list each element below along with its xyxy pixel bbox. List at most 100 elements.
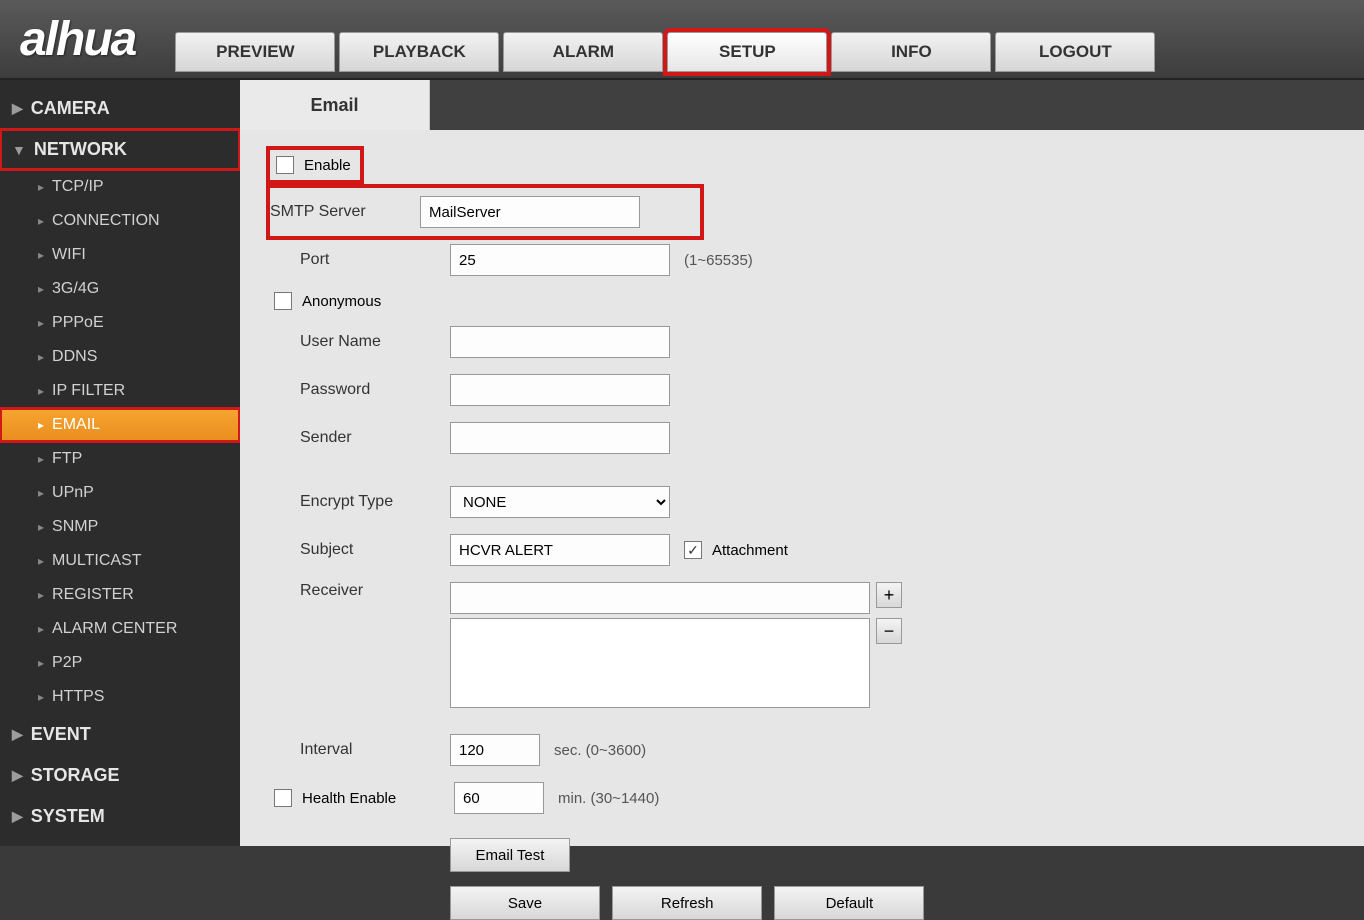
chevron-right-icon: ▸	[38, 180, 44, 194]
sidebar-sub-label: REGISTER	[52, 586, 134, 604]
encrypt-label: Encrypt Type	[300, 493, 450, 511]
health-checkbox[interactable]	[274, 789, 292, 807]
chevron-right-icon: ▶	[12, 808, 23, 825]
sidebar-item-multicast[interactable]: ▸ MULTICAST	[0, 544, 240, 578]
receiver-list[interactable]	[450, 618, 870, 708]
tab-preview[interactable]: PREVIEW	[175, 32, 335, 72]
refresh-button[interactable]: Refresh	[612, 886, 762, 920]
sidebar-item-system[interactable]: ▶ SYSTEM	[0, 796, 240, 837]
sidebar-item-connection[interactable]: ▸ CONNECTION	[0, 204, 240, 238]
sender-label: Sender	[300, 429, 450, 447]
chevron-right-icon: ▸	[38, 520, 44, 534]
sidebar-item-storage[interactable]: ▶STORAGE	[0, 755, 240, 796]
sidebar-label: CAMERA	[31, 98, 110, 119]
chevron-right-icon: ▸	[38, 316, 44, 330]
sidebar-sub-label: WIFI	[52, 246, 86, 264]
sidebar: ▶CAMERA ▼NETWORK ▸TCP/IP ▸CONNECTION ▸WI…	[0, 80, 240, 846]
sidebar-item-ddns[interactable]: ▸DDNS	[0, 340, 240, 374]
username-label: User Name	[300, 333, 450, 351]
chevron-right-icon: ▸	[38, 384, 44, 398]
smtp-input[interactable]	[420, 196, 640, 228]
chevron-down-icon: ▼	[12, 142, 26, 158]
main-panel: Email Enable SMTP Server Port (1~65535) …	[240, 80, 1364, 846]
brand-logo: alhua	[10, 12, 135, 67]
sidebar-sub-label: TCP/IP	[52, 178, 104, 196]
sidebar-label: EVENT	[31, 724, 91, 745]
sidebar-sub-label: P2P	[52, 654, 82, 672]
sidebar-sub-label: CONNECTION	[52, 212, 160, 230]
sidebar-item-upnp[interactable]: ▸ UPnP	[0, 476, 240, 510]
chevron-right-icon: ▸	[38, 486, 44, 500]
tab-logout[interactable]: LOGOUT	[995, 32, 1155, 72]
enable-checkbox[interactable]	[276, 156, 294, 174]
tab-alarm[interactable]: ALARM	[503, 32, 663, 72]
chevron-right-icon: ▶	[12, 726, 23, 743]
chevron-right-icon: ▸	[38, 554, 44, 568]
port-hint: (1~65535)	[684, 252, 753, 269]
chevron-right-icon: ▸	[38, 656, 44, 670]
sidebar-item-ipfilter[interactable]: ▸IP FILTER	[0, 374, 240, 408]
sidebar-item-pppoe[interactable]: ▸PPPoE	[0, 306, 240, 340]
attachment-checkbox[interactable]: ✓	[684, 541, 702, 559]
sidebar-sub-label: EMAIL	[52, 416, 100, 434]
enable-label: Enable	[304, 157, 351, 174]
receiver-add-button[interactable]: +	[876, 582, 902, 608]
tab-playback[interactable]: PLAYBACK	[339, 32, 499, 72]
chevron-right-icon: ▸	[38, 452, 44, 466]
default-button[interactable]: Default	[774, 886, 924, 920]
smtp-label: SMTP Server	[270, 203, 420, 221]
health-label: Health Enable	[302, 790, 454, 807]
sidebar-item-3g4g[interactable]: ▸ 3G/4G	[0, 272, 240, 306]
health-input[interactable]	[454, 782, 544, 814]
sidebar-item-network[interactable]: ▼NETWORK	[0, 129, 240, 170]
interval-input[interactable]	[450, 734, 540, 766]
sidebar-item-wifi[interactable]: ▸WIFI	[0, 238, 240, 272]
chevron-right-icon: ▸	[38, 214, 44, 228]
username-input[interactable]	[450, 326, 670, 358]
sender-input[interactable]	[450, 422, 670, 454]
main-tabs: PREVIEW PLAYBACK ALARM SETUP INFO LOGOUT	[175, 32, 1155, 72]
sidebar-item-alarmcenter[interactable]: ▸ALARM CENTER	[0, 612, 240, 646]
attachment-label: Attachment	[712, 542, 788, 559]
chevron-right-icon: ▸	[38, 690, 44, 704]
chevron-right-icon: ▸	[38, 282, 44, 296]
sidebar-item-https[interactable]: ▸HTTPS	[0, 680, 240, 714]
sidebar-sub-label: MULTICAST	[52, 552, 141, 570]
sidebar-label: SYSTEM	[31, 806, 105, 827]
port-input[interactable]	[450, 244, 670, 276]
enable-row: Enable	[270, 150, 360, 180]
email-test-button[interactable]: Email Test	[450, 838, 570, 872]
email-form: Enable SMTP Server Port (1~65535) Anonym…	[240, 130, 1364, 846]
sidebar-item-camera[interactable]: ▶ CAMERA	[0, 88, 240, 129]
tab-info[interactable]: INFO	[831, 32, 991, 72]
receiver-remove-button[interactable]: −	[876, 618, 902, 644]
port-label: Port	[300, 251, 450, 269]
save-button[interactable]: Save	[450, 886, 600, 920]
password-input[interactable]	[450, 374, 670, 406]
sidebar-item-email[interactable]: ▸EMAIL	[0, 408, 240, 442]
sidebar-item-register[interactable]: ▸REGISTER	[0, 578, 240, 612]
receiver-label: Receiver	[300, 582, 450, 600]
tab-setup[interactable]: SETUP	[667, 32, 827, 72]
anonymous-checkbox[interactable]	[274, 292, 292, 310]
sidebar-item-ftp[interactable]: ▸FTP	[0, 442, 240, 476]
sidebar-sub-label: SNMP	[52, 518, 98, 536]
interval-hint: sec. (0~3600)	[554, 742, 646, 759]
subject-label: Subject	[300, 541, 450, 559]
health-hint: min. (30~1440)	[558, 790, 659, 807]
subject-input[interactable]	[450, 534, 670, 566]
sidebar-sub-label: UPnP	[52, 484, 94, 502]
sidebar-sub-label: 3G/4G	[52, 280, 99, 298]
anonymous-label: Anonymous	[302, 293, 381, 310]
sidebar-item-event[interactable]: ▶ EVENT	[0, 714, 240, 755]
top-bar: alhua PREVIEW PLAYBACK ALARM SETUP INFO …	[0, 0, 1364, 80]
receiver-input[interactable]	[450, 582, 870, 614]
chevron-right-icon: ▶	[12, 100, 23, 117]
sidebar-item-p2p[interactable]: ▸ P2P	[0, 646, 240, 680]
encrypt-select[interactable]: NONE	[450, 486, 670, 518]
interval-label: Interval	[300, 741, 450, 759]
chevron-right-icon: ▸	[38, 350, 44, 364]
sidebar-item-tcpip[interactable]: ▸ TCP/IP	[0, 170, 240, 204]
sidebar-item-snmp[interactable]: ▸ SNMP	[0, 510, 240, 544]
content-tab-email[interactable]: Email	[240, 80, 430, 130]
